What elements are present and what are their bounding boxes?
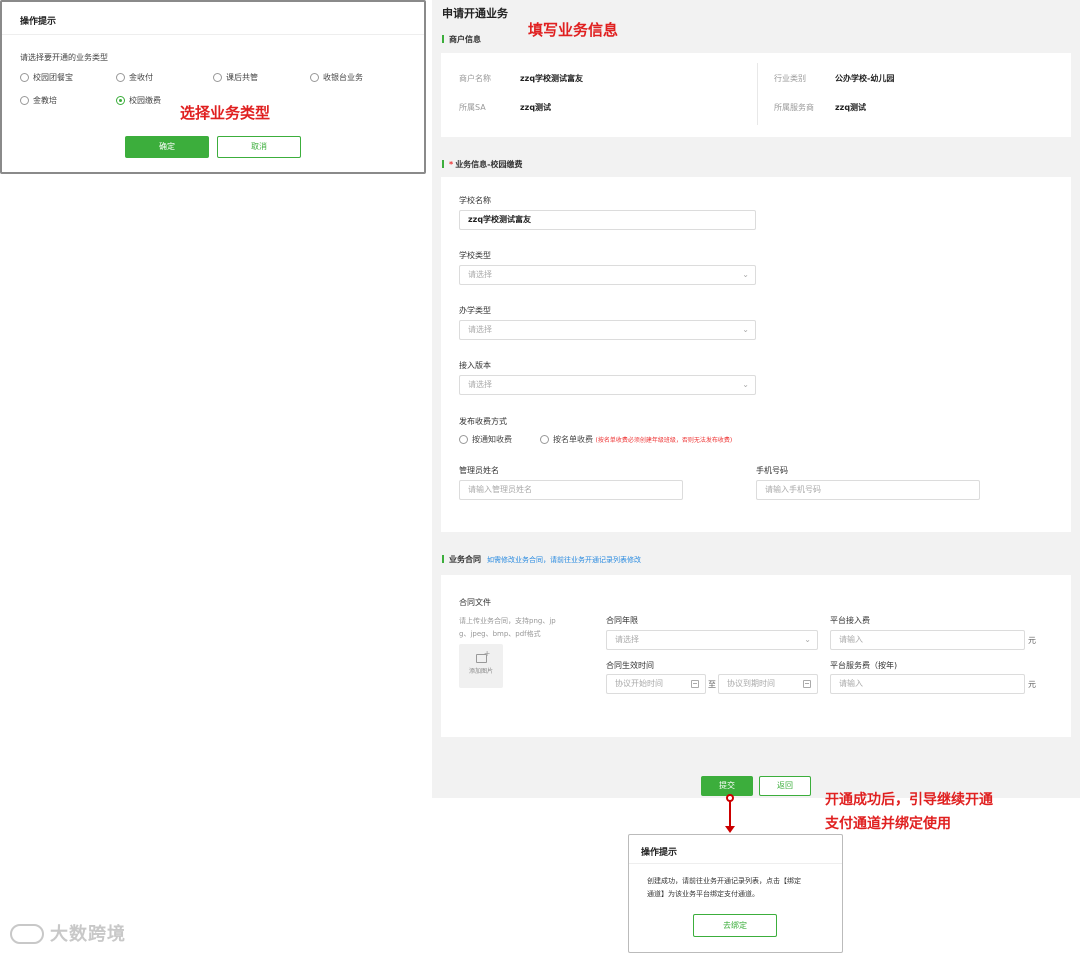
submit-button[interactable]: 提交 <box>701 776 753 796</box>
merchant-section-title: 商户信息 <box>442 34 481 45</box>
confirm-button[interactable]: 确定 <box>125 136 209 158</box>
type-option-canteen[interactable]: 校园团餐宝 <box>20 72 73 83</box>
service-fee-label: 平台服务费（按年) <box>830 661 898 670</box>
business-section-title: * 业务信息-校园缴费 <box>442 159 523 170</box>
end-date-input[interactable]: 协议到期时间 <box>718 674 818 694</box>
type-option-afterschool[interactable]: 课后共管 <box>213 72 258 83</box>
service-fee-input[interactable]: 请输入 <box>830 674 1025 694</box>
radio-icon <box>459 435 468 444</box>
access-fee-label: 平台接入费 <box>830 616 870 625</box>
radio-icon <box>540 435 549 444</box>
merchant-name-value: zzq学校测试富友 <box>520 74 584 83</box>
radio-icon <box>20 73 29 82</box>
success-message: 通道】为该业务平台绑定支付通道。 <box>647 890 759 898</box>
dialog-title: 操作提示 <box>20 17 57 27</box>
calendar-icon <box>691 680 699 688</box>
annotation-select-type: 选择业务类型 <box>180 104 271 122</box>
success-dialog: 操作提示 创建成功，请前往业务开通记录列表，点击【绑定 通道】为该业务平台绑定支… <box>628 834 843 953</box>
provider-value: zzq测试 <box>835 103 867 112</box>
sa-value: zzq测试 <box>520 103 552 112</box>
run-type-select[interactable]: 请选择 ⌄ <box>459 320 756 340</box>
unit-label: 元 <box>1028 636 1036 645</box>
contract-card: 合同文件 请上传业务合同，支持png、jp g、jpeg、bmp、pdf格式 添… <box>441 575 1071 737</box>
access-version-label: 接入版本 <box>459 361 491 370</box>
chevron-down-icon: ⌄ <box>742 325 749 334</box>
type-option-school-fee[interactable]: 校园缴费 <box>116 95 161 106</box>
charge-note: (按名单收费必须创建年级班级，否则无法发布收费) <box>595 437 733 444</box>
section-accent-bar <box>442 35 444 43</box>
section-accent-bar <box>442 555 444 563</box>
divider <box>757 63 758 125</box>
run-type-label: 办学类型 <box>459 306 491 315</box>
charge-method-label: 发布收费方式 <box>459 417 507 426</box>
term-label: 合同年限 <box>606 616 638 625</box>
dialog-prompt: 请选择要开通的业务类型 <box>20 53 108 62</box>
access-fee-input[interactable]: 请输入 <box>830 630 1025 650</box>
access-version-select[interactable]: 请选择 ⌄ <box>459 375 756 395</box>
dialog-title: 操作提示 <box>641 848 678 858</box>
divider <box>2 34 424 35</box>
page-title: 申请开通业务 <box>442 7 508 20</box>
radio-icon <box>20 96 29 105</box>
annotation-guide: 支付通道并绑定使用 <box>825 816 951 832</box>
chevron-down-icon: ⌄ <box>804 635 811 644</box>
arrow-down-icon <box>725 826 735 833</box>
industry-label: 行业类别 <box>774 74 806 83</box>
annotation-guide: 开通成功后，引导继续开通 <box>825 792 993 808</box>
chevron-down-icon: ⌄ <box>742 380 749 389</box>
admin-name-input[interactable]: 请输入管理员姓名 <box>459 480 683 500</box>
charge-option-notice[interactable]: 按通知收费 <box>459 434 512 445</box>
merchant-name-label: 商户名称 <box>459 74 491 83</box>
effective-time-label: 合同生效时间 <box>606 661 654 670</box>
go-bind-button[interactable]: 去绑定 <box>693 914 777 937</box>
annotation-fill-info: 填写业务信息 <box>528 21 619 39</box>
success-message: 创建成功，请前往业务开通记录列表，点击【绑定 <box>647 877 801 885</box>
industry-value: 公办学校-幼儿园 <box>835 74 895 83</box>
image-add-icon <box>475 649 491 663</box>
school-name-label: 学校名称 <box>459 196 491 205</box>
radio-icon <box>310 73 319 82</box>
contract-note: 如需修改业务合同，请前往业务开通记录列表修改 <box>487 556 641 564</box>
radio-icon <box>116 73 125 82</box>
school-name-input[interactable]: zzq学校测试富友 <box>459 210 756 230</box>
cancel-button[interactable]: 取消 <box>217 136 301 158</box>
file-hint: g、jpeg、bmp、pdf格式 <box>459 630 541 638</box>
arrow-start-dot <box>726 794 734 802</box>
radio-icon <box>213 73 222 82</box>
type-option-cashier[interactable]: 收银台业务 <box>310 72 363 83</box>
school-type-label: 学校类型 <box>459 251 491 260</box>
watermark: 大数跨境 <box>10 920 126 946</box>
provider-label: 所属服务商 <box>774 103 814 112</box>
divider <box>629 863 842 864</box>
calendar-icon <box>803 680 811 688</box>
term-select[interactable]: 请选择 ⌄ <box>606 630 818 650</box>
start-date-input[interactable]: 协议开始时间 <box>606 674 706 694</box>
watermark-logo-icon <box>10 924 44 944</box>
file-hint: 请上传业务合同，支持png、jp <box>459 617 556 625</box>
sa-label: 所属SA <box>459 103 486 112</box>
date-range-separator: 至 <box>708 680 716 689</box>
select-business-type-dialog: 操作提示 请选择要开通的业务类型 校园团餐宝 金收付 课后共管 收银台业务 金教… <box>0 0 426 174</box>
back-button[interactable]: 返回 <box>759 776 811 796</box>
contract-file-label: 合同文件 <box>459 598 491 607</box>
charge-option-roster[interactable]: 按名单收费 (按名单收费必须创建年级班级，否则无法发布收费) <box>540 434 732 445</box>
radio-checked-icon <box>116 96 125 105</box>
upload-image-button[interactable]: 添加图片 <box>459 644 503 688</box>
section-accent-bar <box>442 160 444 168</box>
merchant-info-card: 商户名称 zzq学校测试富友 所属SA zzq测试 行业类别 公办学校-幼儿园 … <box>441 53 1071 137</box>
phone-input[interactable]: 请输入手机号码 <box>756 480 980 500</box>
type-option-jinshoufu[interactable]: 金收付 <box>116 72 153 83</box>
application-form-panel: 申请开通业务 商户信息 商户名称 zzq学校测试富友 所属SA zzq测试 行业… <box>432 0 1080 798</box>
admin-name-label: 管理员姓名 <box>459 466 499 475</box>
business-info-card: 学校名称 zzq学校测试富友 学校类型 请选择 ⌄ 办学类型 请选择 ⌄ 接入版本 … <box>441 177 1071 532</box>
school-type-select[interactable]: 请选择 ⌄ <box>459 265 756 285</box>
type-option-training[interactable]: 金教培 <box>20 95 57 106</box>
contract-section-title: 业务合同 如需修改业务合同，请前往业务开通记录列表修改 <box>442 554 641 565</box>
unit-label: 元 <box>1028 680 1036 689</box>
chevron-down-icon: ⌄ <box>742 270 749 279</box>
phone-label: 手机号码 <box>756 466 788 475</box>
